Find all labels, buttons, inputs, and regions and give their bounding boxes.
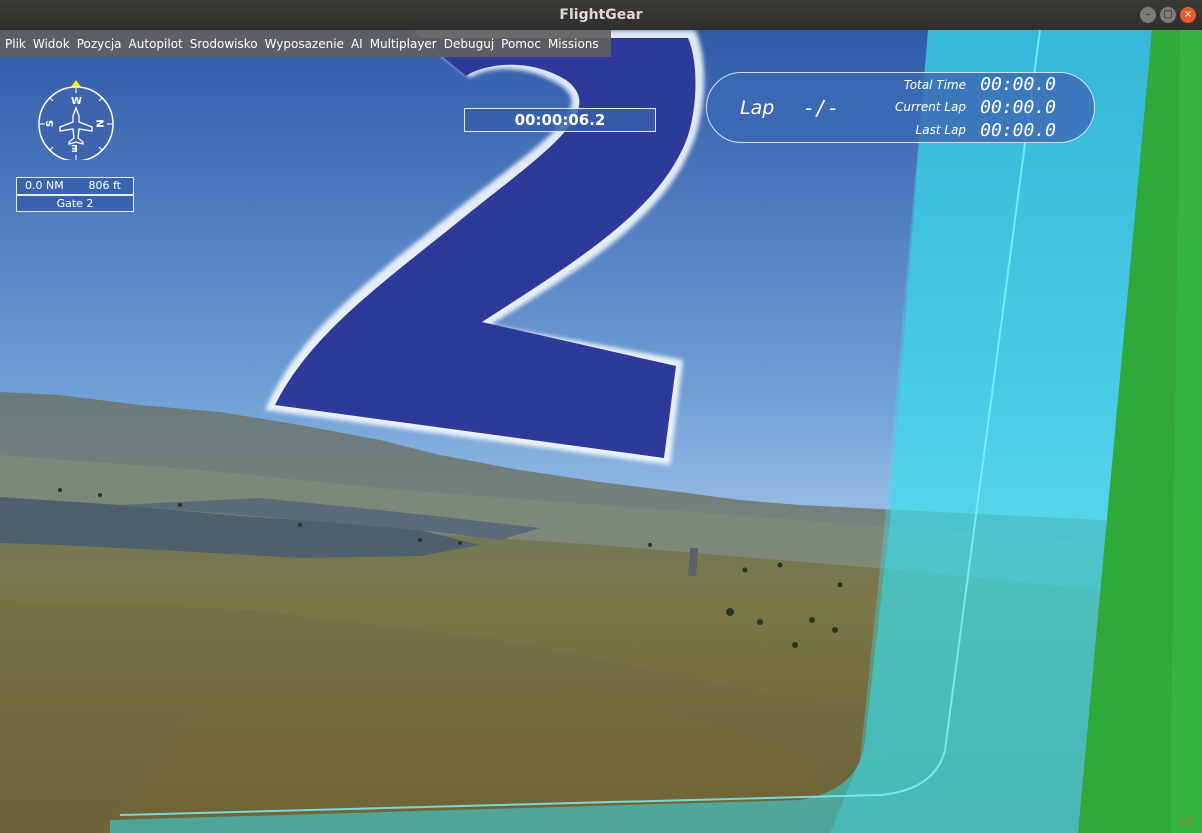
scene-render bbox=[0, 30, 1202, 833]
lap-count: -/- bbox=[803, 96, 840, 120]
menu-pozycja[interactable]: Pozycja bbox=[77, 37, 122, 51]
last-lap-value: 00:00.0 bbox=[980, 120, 1056, 141]
menu-debuguj[interactable]: Debuguj bbox=[444, 37, 494, 51]
maximize-icon[interactable]: □ bbox=[1160, 7, 1176, 23]
menu-widok[interactable]: Widok bbox=[33, 37, 70, 51]
current-lap-label: Current Lap bbox=[894, 100, 966, 114]
lap-panel: Lap -/- Total Time 00:00.0 Current Lap 0… bbox=[706, 72, 1095, 143]
menu-srodowisko[interactable]: Srodowisko bbox=[190, 37, 258, 51]
distance-altitude-box: 0.0 NM 806 ft bbox=[16, 177, 134, 195]
last-lap-label: Last Lap bbox=[915, 123, 966, 137]
gate-readout: Gate 2 bbox=[56, 197, 94, 210]
menu-bar: Plik Widok Pozycja Autopilot Srodowisko … bbox=[0, 30, 611, 57]
flight-scene[interactable]: W N E S 0.0 NM 806 ft Gate 2 00:00:06.2 … bbox=[0, 30, 1202, 833]
altitude-readout: 806 ft bbox=[88, 179, 121, 192]
menu-multiplayer[interactable]: Multiplayer bbox=[370, 37, 437, 51]
compass-north: W bbox=[71, 96, 83, 107]
fps-counter: 17 bbox=[1180, 816, 1194, 829]
window-titlebar: FlightGear – □ × bbox=[0, 0, 1202, 30]
compass: W N E S bbox=[36, 80, 116, 162]
menu-plik[interactable]: Plik bbox=[5, 37, 26, 51]
distance-readout: 0.0 NM bbox=[25, 179, 64, 192]
current-lap-value: 00:00.0 bbox=[980, 97, 1056, 118]
minimize-icon[interactable]: – bbox=[1140, 7, 1156, 23]
window-title: FlightGear bbox=[559, 7, 643, 23]
menu-missions[interactable]: Missions bbox=[548, 37, 599, 51]
elapsed-timer: 00:00:06.2 bbox=[514, 111, 606, 129]
compass-west: S bbox=[45, 119, 57, 128]
menu-wyposazenie[interactable]: Wyposazenie bbox=[265, 37, 344, 51]
menu-pomoc[interactable]: Pomoc bbox=[501, 37, 541, 51]
close-icon[interactable]: × bbox=[1180, 7, 1196, 23]
menu-ai[interactable]: AI bbox=[351, 37, 363, 51]
menu-autopilot[interactable]: Autopilot bbox=[129, 37, 183, 51]
timer-box: 00:00:06.2 bbox=[464, 108, 656, 132]
total-time-value: 00:00.0 bbox=[980, 74, 1056, 95]
compass-east: N bbox=[93, 119, 105, 128]
total-time-label: Total Time bbox=[903, 78, 966, 92]
compass-south: E bbox=[71, 142, 78, 153]
gate-box: Gate 2 bbox=[16, 195, 134, 212]
lap-label: Lap bbox=[740, 97, 775, 119]
